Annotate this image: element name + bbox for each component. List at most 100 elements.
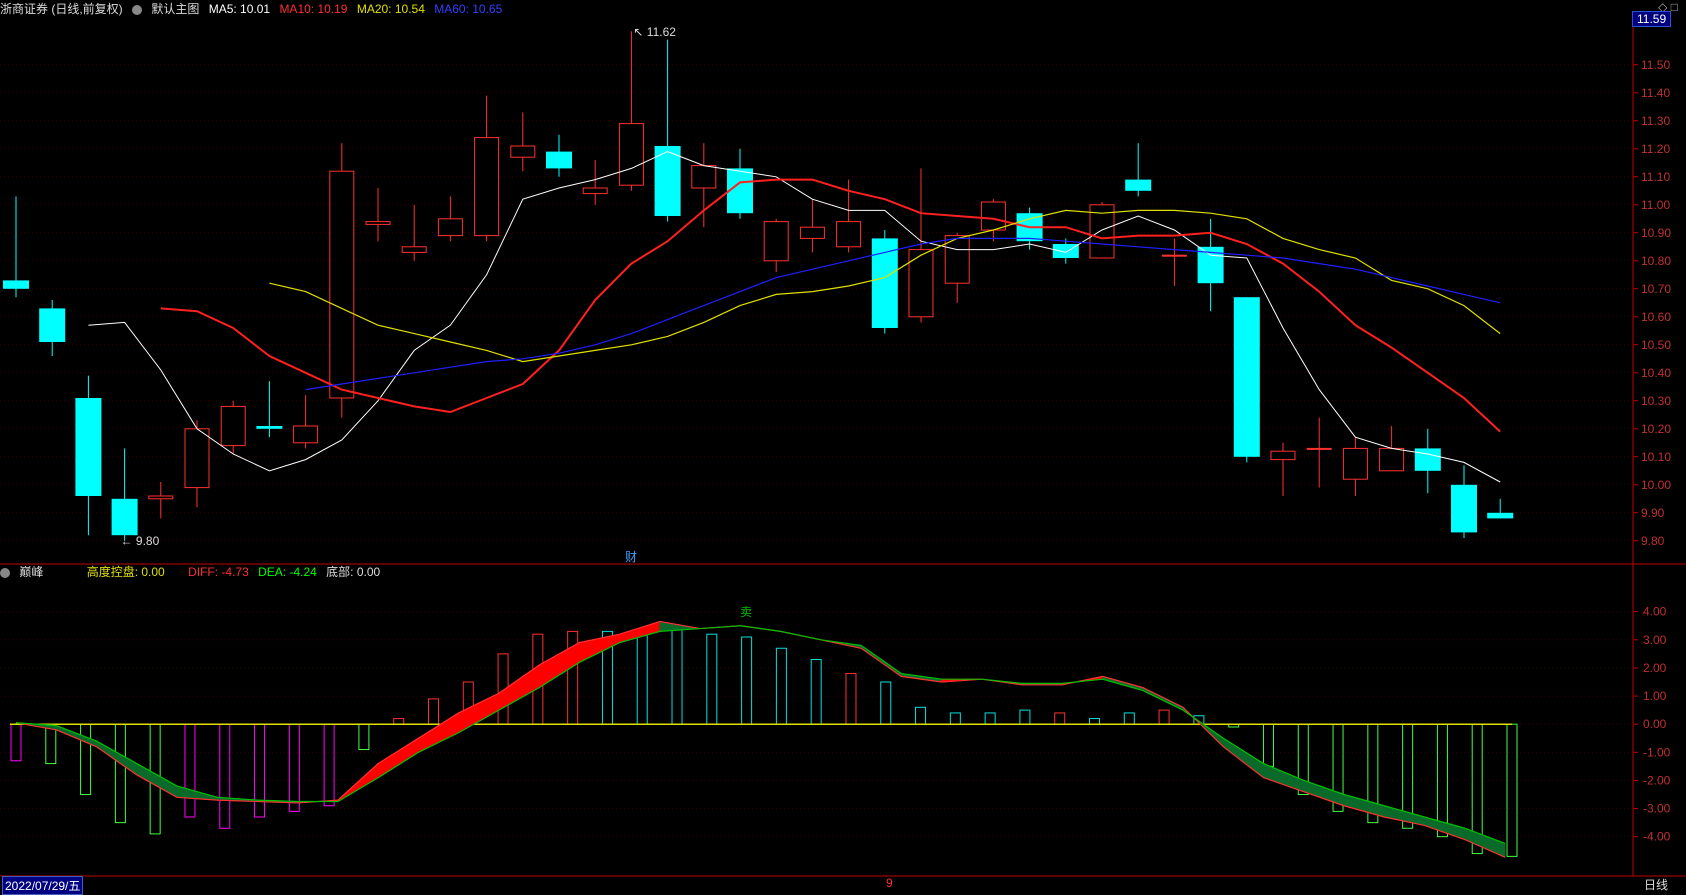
y-tick-label: 11.20 xyxy=(1641,142,1670,156)
price-badge: 11.59 xyxy=(1632,11,1672,27)
diff-dea-fill xyxy=(1424,816,1466,841)
candle-body xyxy=(3,280,29,289)
macd-bar xyxy=(358,723,370,750)
y-tick-label: 10.30 xyxy=(1641,394,1671,408)
candle-body xyxy=(582,187,608,195)
macd-bar xyxy=(1262,723,1274,767)
y-tick-label: 10.00 xyxy=(1641,478,1671,492)
y-tick-label: 10.60 xyxy=(1641,310,1671,324)
macd-bar xyxy=(45,723,57,765)
y-tick-label: 11.00 xyxy=(1641,198,1670,212)
candle-body xyxy=(148,495,174,500)
cai-marker: 财 xyxy=(625,550,637,564)
candle-body xyxy=(980,201,1006,231)
candle-body xyxy=(401,246,427,253)
candle-body xyxy=(1414,448,1441,471)
candle-body xyxy=(763,221,789,262)
y-tick-label: 2.00 xyxy=(1643,661,1667,675)
diff-dea-fill xyxy=(377,737,419,779)
stock-chart[interactable]: 11.50 11.40 11.30 11.20 11.10 11.00 10.90 10.80… xyxy=(0,0,1686,894)
macd-bar xyxy=(114,723,126,824)
y-tick-label: 10.10 xyxy=(1641,450,1671,464)
y-tick-label: -1.00 xyxy=(1643,745,1671,759)
macd-bar xyxy=(1089,718,1101,725)
y-tick-label: 11.30 xyxy=(1641,114,1670,128)
diff-line xyxy=(15,620,1506,858)
low-annotation: ← 9.80 xyxy=(121,534,160,548)
y-tick-label: -4.00 xyxy=(1643,830,1671,844)
y-tick-label: 11.10 xyxy=(1641,170,1670,184)
macd-bar xyxy=(880,681,892,725)
candle-body xyxy=(365,221,391,225)
macd-bar xyxy=(706,633,718,725)
macd-bar xyxy=(915,706,927,725)
macd-bar xyxy=(80,723,92,795)
candle-body xyxy=(75,398,102,496)
mai-marker: 卖 xyxy=(740,605,752,619)
macd-bar xyxy=(984,712,996,725)
y-tick-label: -3.00 xyxy=(1643,802,1671,816)
candle-body xyxy=(1270,450,1296,461)
candle-body xyxy=(474,137,500,237)
macd-bar xyxy=(775,647,787,725)
y-tick-label: 10.80 xyxy=(1641,254,1671,268)
y-tick-label: 9.90 xyxy=(1641,506,1665,520)
y-tick-label: 10.50 xyxy=(1641,338,1671,352)
candle-body xyxy=(184,428,210,489)
macd-bar xyxy=(845,673,857,725)
candle-body xyxy=(1052,244,1079,258)
macd-bar xyxy=(427,698,439,725)
y-tick-label: 0.00 xyxy=(1643,717,1667,731)
period-tab[interactable]: 日线 xyxy=(1644,876,1668,893)
diff-dea-fill xyxy=(136,762,178,799)
macd-bar xyxy=(1123,712,1135,725)
macd-bar xyxy=(1158,709,1170,725)
candle-body xyxy=(1161,254,1187,257)
diff-dea-fill xyxy=(1303,779,1345,807)
candle-body xyxy=(1342,447,1368,480)
time-axis: 2022/07/29/五 9 日线 xyxy=(0,876,1686,895)
macd-bar xyxy=(741,636,753,725)
macd-bar xyxy=(254,723,266,818)
high-annotation: ↖ 11.62 xyxy=(633,25,676,39)
macd-bar xyxy=(636,630,648,725)
date-box: 2022/07/29/五 xyxy=(2,876,84,895)
y-tick-label: -2.00 xyxy=(1643,773,1671,787)
macd-bar xyxy=(184,723,196,818)
y-tick-label: 1.00 xyxy=(1643,689,1667,703)
candle-body xyxy=(836,221,862,248)
macd-bar xyxy=(949,712,961,725)
candle-body xyxy=(1379,447,1405,472)
y-tick-label: 9.80 xyxy=(1641,534,1665,548)
macd-bar xyxy=(810,659,822,725)
month-mark: 9 xyxy=(886,876,893,890)
candle-body xyxy=(256,426,283,429)
candle-body xyxy=(1451,484,1477,533)
candle-body xyxy=(799,226,825,239)
candle-body xyxy=(510,145,536,158)
dea-line xyxy=(15,625,1506,844)
candle-body xyxy=(691,165,717,189)
candle-body xyxy=(1487,512,1514,519)
candle-body xyxy=(437,218,463,237)
candle-body xyxy=(618,123,644,186)
diff-dea-fill xyxy=(538,641,580,689)
candle-body xyxy=(39,308,66,342)
y-tick-label: 10.90 xyxy=(1641,226,1671,240)
candle-body xyxy=(220,405,246,447)
candle-body xyxy=(111,498,138,536)
diff-dea-fill xyxy=(95,740,138,776)
candle-body xyxy=(908,249,934,318)
macd-bar xyxy=(1436,723,1448,838)
y-tick-label: 10.20 xyxy=(1641,422,1671,436)
candle-body xyxy=(293,425,319,444)
y-tick-label: 11.50 xyxy=(1641,58,1670,72)
candle-body xyxy=(1125,179,1152,191)
y-tick-label: 11.40 xyxy=(1641,86,1670,100)
macd-bar xyxy=(393,718,405,725)
y-tick-label: 3.00 xyxy=(1643,633,1667,647)
macd-bar xyxy=(1054,712,1066,725)
macd-bar xyxy=(671,628,683,725)
macd-bar xyxy=(1019,709,1031,725)
y-tick-label: 10.70 xyxy=(1641,282,1671,296)
